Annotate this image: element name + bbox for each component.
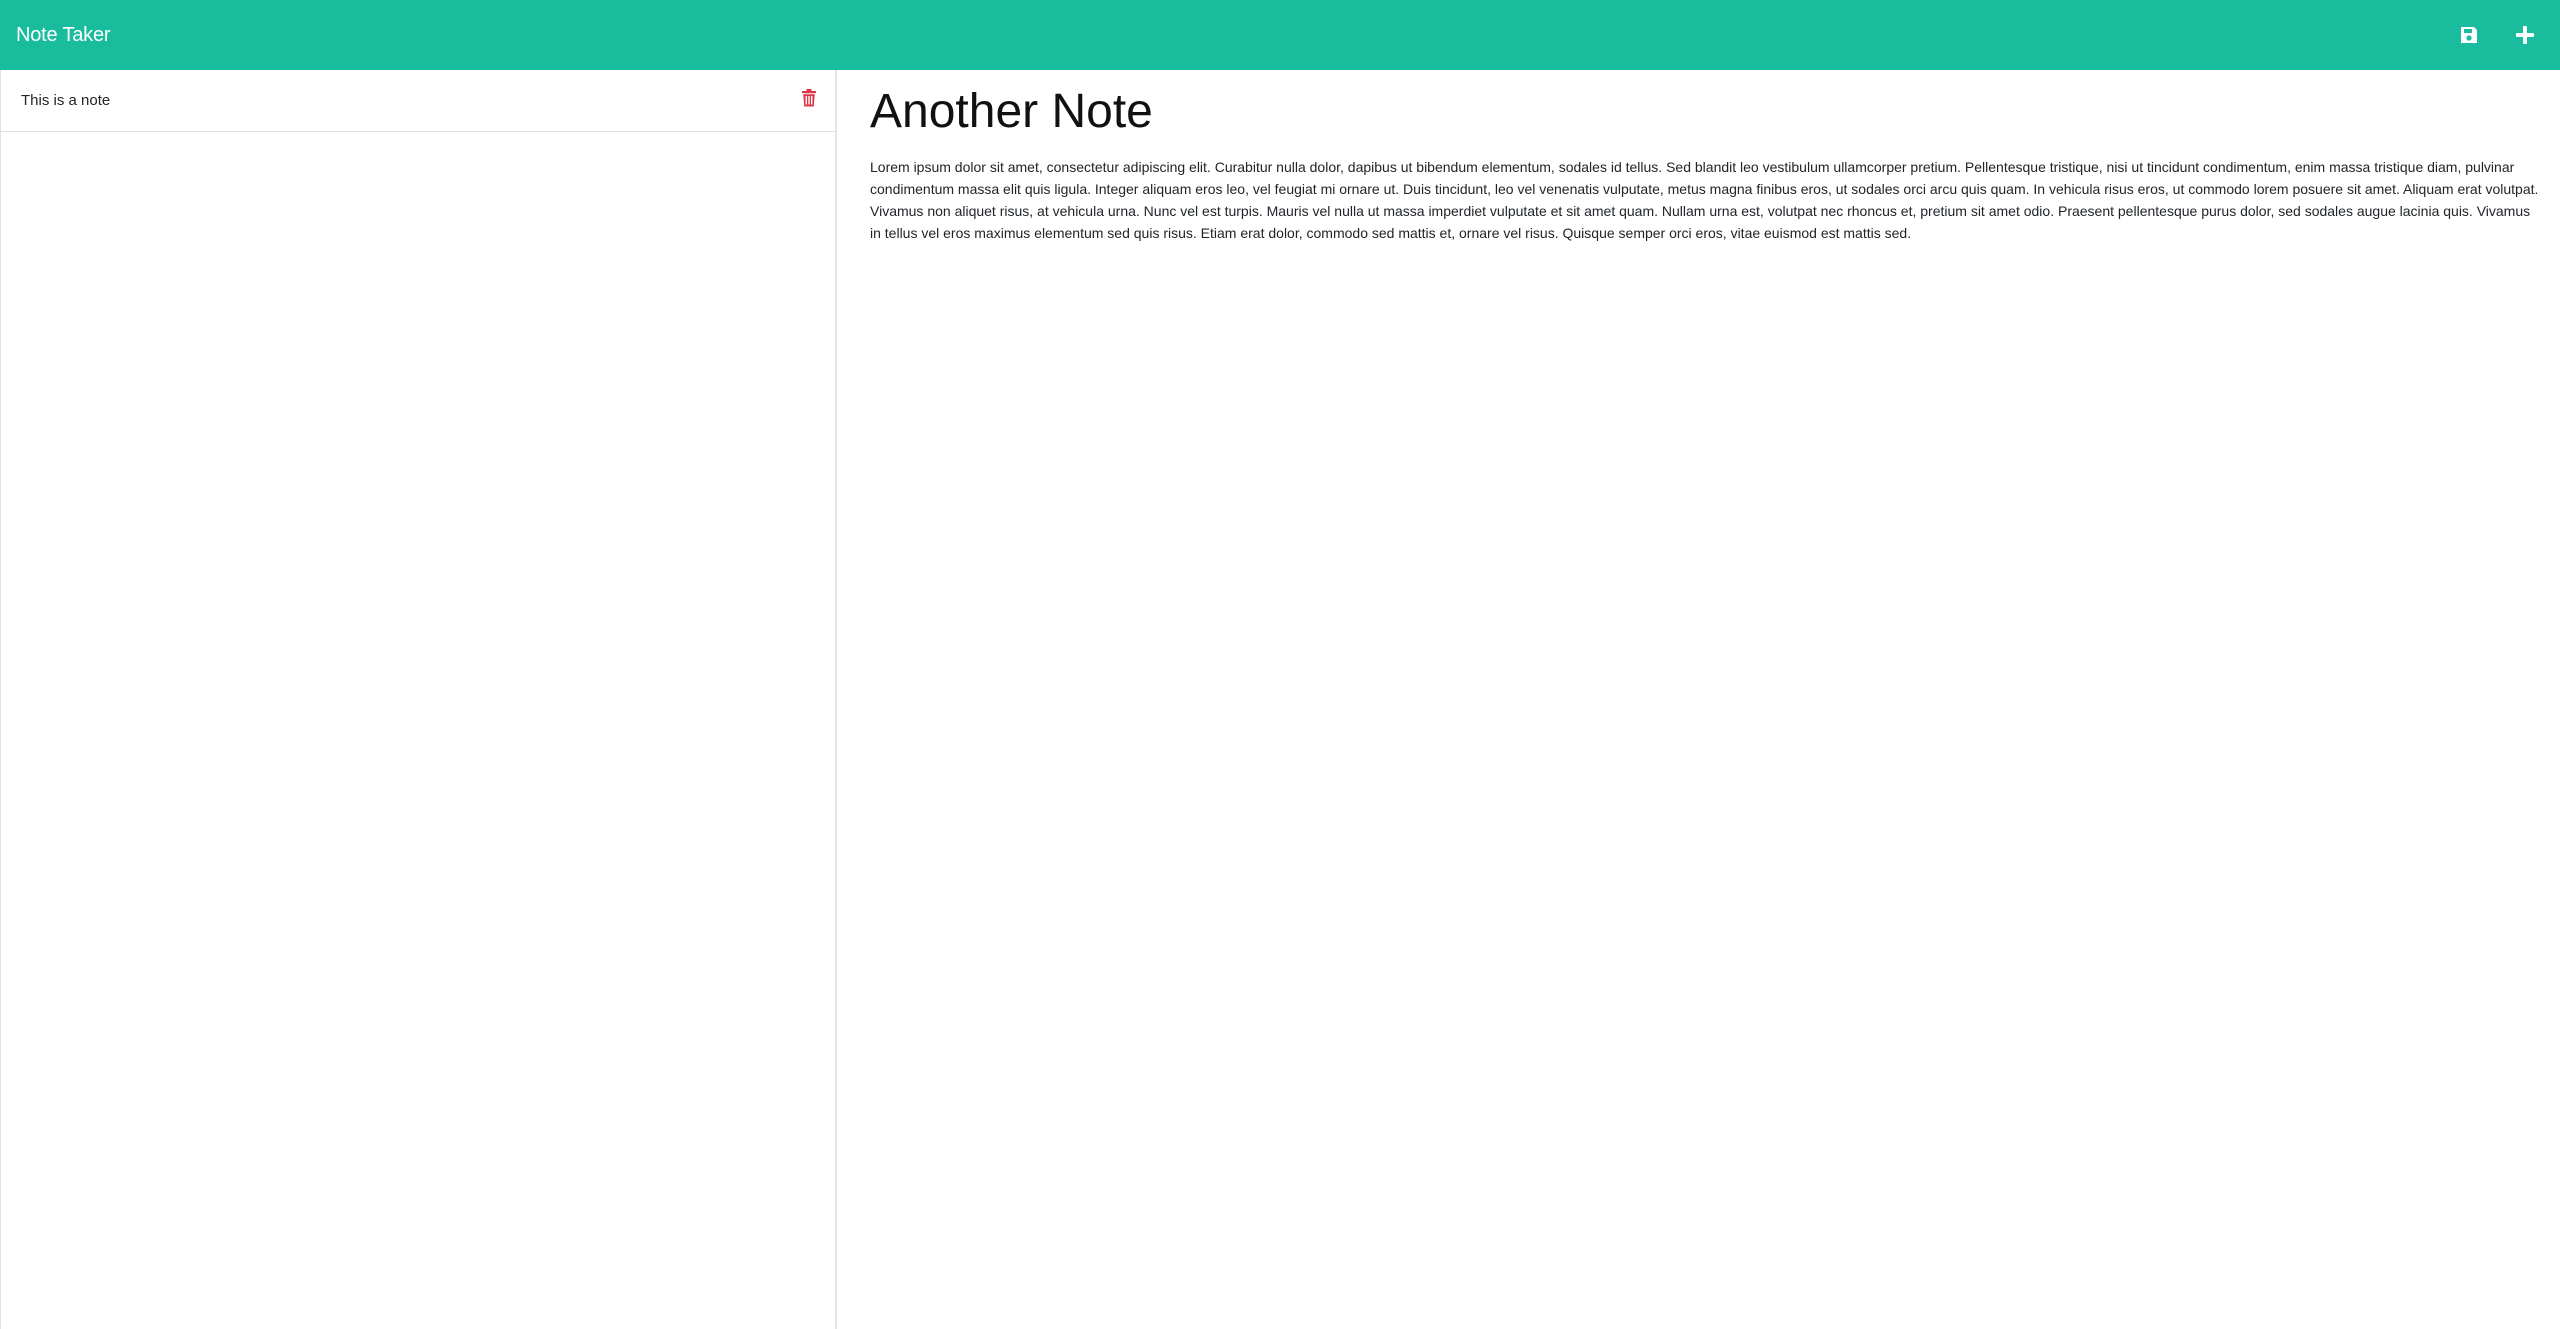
app-brand[interactable]: Note Taker (16, 24, 111, 47)
save-icon (2461, 27, 2477, 43)
note-list: This is a note (1, 70, 835, 132)
note-title-input[interactable] (870, 80, 2540, 144)
navbar: Note Taker (0, 0, 2560, 70)
save-note-button[interactable] (2458, 24, 2480, 46)
toolbar (2458, 24, 2544, 46)
plus-icon (2516, 26, 2534, 44)
note-body-textarea[interactable]: Lorem ipsum dolor sit amet, consectetur … (870, 156, 2540, 1056)
new-note-button[interactable] (2514, 24, 2536, 46)
trash-icon (802, 88, 816, 106)
notes-sidebar: This is a note (0, 70, 837, 1329)
list-item[interactable]: This is a note (1, 70, 835, 132)
delete-note-button[interactable] (801, 88, 817, 108)
note-item-title: This is a note (21, 92, 111, 109)
note-editor: Lorem ipsum dolor sit amet, consectetur … (839, 70, 2560, 1329)
